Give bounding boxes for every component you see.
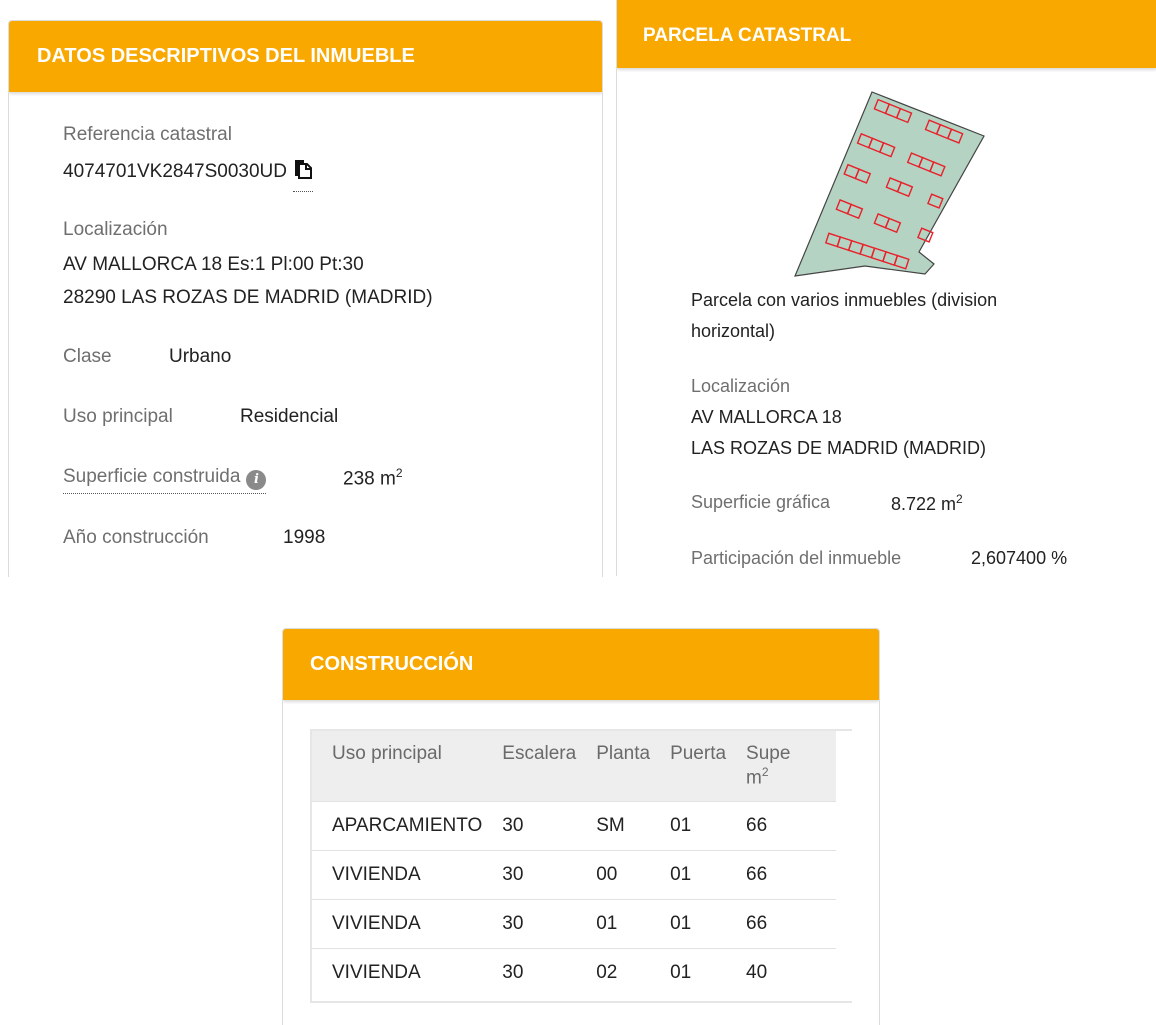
info-icon[interactable]: i xyxy=(246,470,267,490)
class-value: Urbano xyxy=(169,346,232,367)
construction-table: Uso principal Escalera Planta Puerta Sup… xyxy=(312,731,837,997)
location-line-2: 28290 LAS ROZAS DE MADRID (MADRID) xyxy=(63,287,433,308)
cell-stair: 30 xyxy=(482,947,577,997)
cell-floor: 02 xyxy=(576,947,651,997)
location-line-1: AV MALLORCA 18 Es:1 Pl:00 Pt:30 xyxy=(63,254,364,275)
parcel-panel-title: PARCELA CATASTRAL xyxy=(617,0,1156,68)
cell-area: 40 xyxy=(726,947,837,997)
cell-use: VIVIENDA xyxy=(312,947,483,997)
cadastral-reference-label: Referencia catastral xyxy=(63,124,232,145)
location-label: Localización xyxy=(63,219,168,240)
col-header-area-unit: m xyxy=(746,767,762,789)
construction-panel-title: CONSTRUCCIÓN xyxy=(283,629,879,700)
cell-stair: 30 xyxy=(482,849,577,899)
class-label: Clase xyxy=(63,346,112,367)
year-built-label: Año construcción xyxy=(63,527,209,548)
table-row: VIVIENDA 30 01 01 66 xyxy=(312,898,837,948)
graphic-area-value: 8.722 m2 xyxy=(891,492,963,515)
main-use-label: Uso principal xyxy=(63,406,173,427)
parcel-desc-line-2: horizontal) xyxy=(691,321,776,341)
cell-stair: 30 xyxy=(482,898,577,948)
cell-floor: 00 xyxy=(576,849,651,899)
cell-area: 66 xyxy=(726,800,837,850)
cell-door: 01 xyxy=(650,947,727,997)
built-area-value: 238 m2 xyxy=(343,466,403,490)
cadastral-reference-row: 4074701VK2847S0030UD xyxy=(63,159,313,192)
graphic-area-exponent: 2 xyxy=(956,492,963,506)
built-area-number: 238 m xyxy=(343,468,396,490)
participation-label: Participación del inmueble xyxy=(691,548,902,568)
main-use-value: Residencial xyxy=(240,406,339,427)
cell-floor: 01 xyxy=(576,898,651,948)
table-header-row: Uso principal Escalera Planta Puerta Sup… xyxy=(312,731,837,801)
col-header-area: Supe m2 xyxy=(726,731,836,801)
graphic-area-number: 8.722 m xyxy=(891,494,957,514)
built-area-row: Superficie construida i xyxy=(63,466,267,494)
col-header-use: Uso principal xyxy=(332,743,442,764)
copy-icon[interactable] xyxy=(292,159,313,192)
table-row: VIVIENDA 30 00 01 66 xyxy=(312,849,837,899)
parcel-location-line-2: LAS ROZAS DE MADRID (MADRID) xyxy=(691,438,987,458)
table-row: APARCAMIENTO 30 SM 01 66 xyxy=(312,800,837,850)
cell-floor: SM xyxy=(576,800,651,850)
parcel-location-line-1: AV MALLORCA 18 xyxy=(691,407,842,427)
descriptive-data-panel: DATOS DESCRIPTIVOS DEL INMUEBLE Referenc… xyxy=(8,20,603,577)
cell-door: 01 xyxy=(650,849,727,899)
built-area-exponent: 2 xyxy=(395,466,403,480)
col-header-stair: Escalera xyxy=(502,743,577,764)
cell-area: 66 xyxy=(726,849,837,899)
col-header-area-label: Supe xyxy=(746,743,791,764)
year-built-value: 1998 xyxy=(283,527,326,548)
built-area-label-wrap: Superficie construida i xyxy=(63,466,267,494)
table-row: VIVIENDA 30 02 01 40 xyxy=(312,947,837,997)
construction-table-container[interactable]: Uso principal Escalera Planta Puerta Sup… xyxy=(310,729,852,1003)
cell-stair: 30 xyxy=(482,800,577,850)
graphic-area-label: Superficie gráfica xyxy=(691,492,831,512)
parcel-desc-line-1: Parcela con varios inmuebles (division xyxy=(691,290,998,310)
descriptive-panel-title: DATOS DESCRIPTIVOS DEL INMUEBLE xyxy=(9,21,602,92)
cell-door: 01 xyxy=(650,800,727,850)
parcel-location-label: Localización xyxy=(691,376,791,396)
col-header-area-exponent: 2 xyxy=(761,765,769,779)
col-header-door: Puerta xyxy=(670,743,727,764)
cell-use: VIVIENDA xyxy=(312,849,483,899)
participation-value: 2,607400 % xyxy=(971,548,1068,568)
cell-use: VIVIENDA xyxy=(312,898,483,948)
cell-area: 66 xyxy=(726,898,837,948)
cadastral-parcel-panel: PARCELA CATASTRAL Parcela con varios inm… xyxy=(616,0,1156,576)
parcel-map[interactable] xyxy=(787,88,987,284)
construction-panel: CONSTRUCCIÓN Uso principal Escalera Plan… xyxy=(282,628,880,1025)
cell-door: 01 xyxy=(650,898,727,948)
cadastral-reference-value[interactable]: 4074701VK2847S0030UD xyxy=(63,161,287,182)
col-header-floor: Planta xyxy=(596,743,651,764)
built-area-label: Superficie construida xyxy=(63,466,241,487)
cell-use: APARCAMIENTO xyxy=(312,800,483,850)
